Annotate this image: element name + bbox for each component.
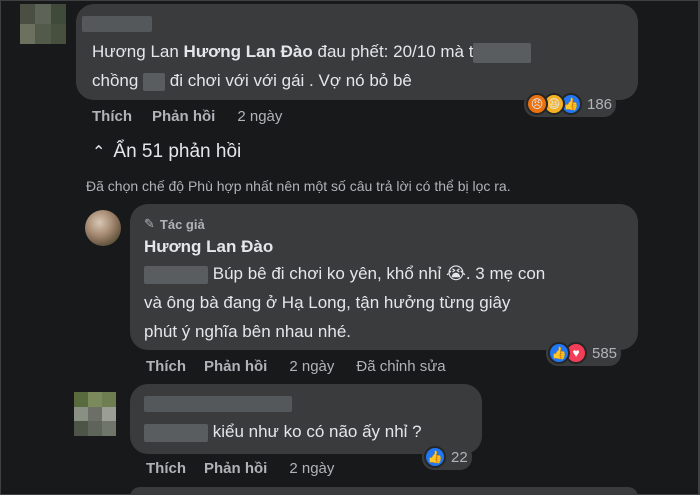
reaction-summary[interactable]: 👍 22 (422, 444, 472, 470)
filter-notice: Đã chọn chế độ Phù hợp nhất nên một số c… (86, 178, 511, 194)
commenter-name-blurred[interactable] (144, 396, 292, 412)
reply-text: . 3 mẹ con (465, 264, 546, 283)
reply-button[interactable]: Phản hồi (204, 358, 267, 375)
censored-mention[interactable] (144, 265, 208, 284)
reaction-summary[interactable]: 👍 ♥ 585 (546, 340, 622, 366)
comment-actions: Thích Phản hồi 2 ngày (92, 108, 282, 125)
author-badge: Tác giả (159, 216, 205, 232)
comment-text: chồng (92, 71, 144, 90)
like-icon: 👍 (548, 342, 570, 364)
like-button[interactable]: Thích (92, 108, 132, 125)
avatar-blurred[interactable] (20, 4, 66, 44)
author-avatar[interactable] (85, 210, 121, 246)
next-reply-bubble (130, 487, 638, 495)
crying-emoji-icon: 😭 (445, 264, 466, 283)
reply-text: phút ý nghĩa bên nhau nhé. (144, 322, 352, 341)
timestamp[interactable]: 2 ngày (289, 460, 334, 477)
angry-icon: 😠 (526, 93, 548, 115)
avatar-blurred[interactable] (74, 392, 116, 436)
censored-mention[interactable] (144, 423, 208, 442)
reply-button[interactable]: Phản hồi (204, 460, 267, 477)
timestamp[interactable]: 2 ngày (289, 358, 334, 375)
reaction-count: 22 (451, 448, 468, 466)
reply-text: và ông bà đang ở Hạ Long, tận hưởng từng… (144, 293, 511, 312)
reply-actions: Thích Phản hồi 2 ngày Đã chỉnh sửa (146, 358, 446, 375)
reaction-count: 186 (587, 95, 613, 113)
like-button[interactable]: Thích (146, 460, 186, 477)
mention-tag-bold[interactable]: Hương Lan Đào (184, 42, 313, 61)
edited-label: Đã chỉnh sửa (356, 358, 446, 375)
comment-bubble: Hương Lan Hương Lan Đào đau phết: 20/10 … (76, 4, 638, 100)
censored-text (473, 42, 532, 63)
reply-button[interactable]: Phản hồi (152, 108, 215, 125)
hide-replies-label: Ẩn 51 phản hồi (113, 141, 242, 162)
reply-actions: Thích Phản hồi 2 ngày (146, 460, 334, 477)
reply-text: Búp bê đi chơi ko yên, khổ nhỉ (212, 264, 442, 283)
reply-bubble: kiểu như ko có não ấy nhỉ ? (130, 384, 482, 454)
reaction-count: 585 (592, 344, 618, 362)
like-button[interactable]: Thích (146, 358, 186, 375)
reply-text: kiểu như ko có não ấy nhỉ ? (212, 422, 422, 441)
reaction-summary[interactable]: 😠 😆 👍 186 (524, 91, 617, 117)
reply-bubble: ✎ Tác giả Hương Lan Đào Búp bê đi chơi k… (130, 204, 638, 350)
comment-text: đau phết: 20/10 mà t (312, 42, 474, 61)
chevron-up-icon: ⌃ (92, 144, 106, 161)
like-icon: 👍 (424, 446, 446, 468)
hide-replies-toggle[interactable]: ⌃ Ẩn 51 phản hồi (92, 141, 241, 163)
reply-author-name[interactable]: Hương Lan Đào (144, 237, 273, 257)
timestamp[interactable]: 2 ngày (237, 108, 282, 125)
comment-text: đi chơi với với gái . Vợ nó bỏ bê (165, 71, 412, 90)
commenter-name-blurred[interactable] (82, 16, 152, 32)
censored-text (143, 72, 166, 91)
pencil-icon: ✎ (144, 216, 155, 231)
mention-tag[interactable]: Hương Lan (92, 42, 179, 61)
